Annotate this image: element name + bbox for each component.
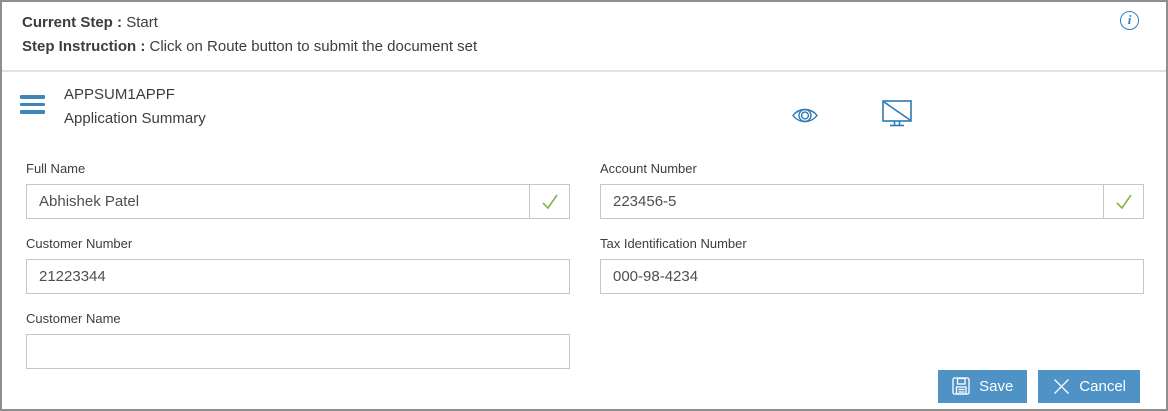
status-bar: Current Step : Start Step Instruction : … [2,2,1166,72]
step-instruction-value: Click on Route button to submit the docu… [149,38,478,55]
field-account-number: Account Number [600,161,1144,219]
current-step-value: Start [126,14,158,31]
full-name-input[interactable] [27,185,529,218]
cancel-button[interactable]: Cancel [1038,370,1140,403]
current-step-label: Current Step : [22,14,123,31]
field-tax-identification-number: Tax Identification Number [600,236,1144,294]
eye-icon[interactable] [791,104,819,132]
title-block: APPSUM1APPF Application Summary [64,86,206,127]
customer-name-input[interactable] [27,335,569,368]
account-number-valid-check-icon [1103,185,1143,218]
cancel-button-label: Cancel [1079,378,1126,395]
monitor-off-icon[interactable] [881,99,914,137]
application-window: Current Step : Start Step Instruction : … [0,0,1168,411]
page-title: APPSUM1APPF [64,86,175,103]
customer-number-label: Customer Number [26,236,133,251]
page-subtitle: Application Summary [64,110,206,127]
field-customer-number: Customer Number [26,236,570,294]
hamburger-menu-icon[interactable] [20,95,45,118]
save-button[interactable]: Save [938,370,1028,403]
save-button-label: Save [979,378,1014,395]
field-customer-name: Customer Name [26,311,570,369]
tax-identification-number-label: Tax Identification Number [600,236,747,251]
info-icon[interactable]: i [1120,11,1139,30]
step-instruction-label: Step Instruction : [22,38,146,55]
x-icon [1052,377,1071,396]
account-number-label: Account Number [600,161,697,176]
full-name-label: Full Name [26,161,86,176]
customer-name-label: Customer Name [26,311,121,326]
step-instruction-line: Step Instruction : Click on Route button… [22,38,1106,55]
tax-identification-number-input[interactable] [601,260,1143,293]
form-header: APPSUM1APPF Application Summary [2,86,1166,144]
current-step-line: Current Step : Start [22,14,1106,31]
full-name-valid-check-icon [529,185,569,218]
customer-number-input[interactable] [27,260,569,293]
account-number-input[interactable] [601,185,1103,218]
form-grid: Full Name Account Number [2,144,1166,386]
action-buttons: Save Cancel [938,370,1140,403]
field-full-name: Full Name [26,161,570,219]
save-icon [952,377,971,396]
